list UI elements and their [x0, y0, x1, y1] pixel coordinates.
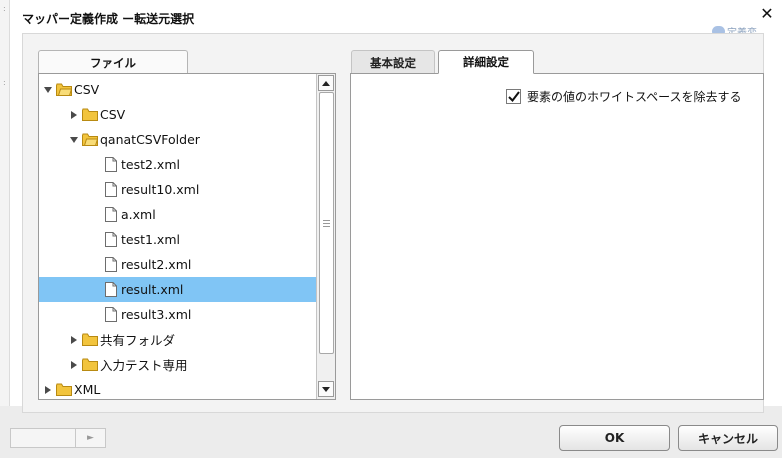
tab-basic-settings[interactable]: 基本設定	[351, 50, 435, 74]
folder-icon	[56, 383, 72, 396]
expand-down-icon[interactable]	[43, 85, 53, 95]
file-icon	[105, 307, 117, 322]
checkmark-icon	[507, 91, 520, 102]
tree-item[interactable]: test2.xml	[39, 152, 317, 177]
tree-item-label: a.xml	[121, 207, 156, 222]
file-icon	[105, 232, 117, 247]
tree-vertical-scrollbar[interactable]	[316, 74, 335, 399]
grip-icon	[323, 219, 330, 227]
ok-button[interactable]: OK	[559, 425, 670, 451]
tree-item[interactable]: CSV	[39, 102, 317, 127]
tree-item-label: CSV	[74, 82, 100, 97]
tree-item[interactable]: qanatCSVFolder	[39, 127, 317, 152]
tab-file-label: ファイル	[90, 55, 136, 70]
tree-item-label: qanatCSVFolder	[100, 132, 200, 147]
expand-right-icon[interactable]	[69, 360, 79, 370]
tree-item-label: result2.xml	[121, 257, 192, 272]
arrow-down-icon	[322, 386, 330, 392]
background-horizontal-scrollbar[interactable]: ►	[10, 428, 106, 448]
tree-item[interactable]: result10.xml	[39, 177, 317, 202]
tree-item-label: 共有フォルダ	[100, 333, 176, 348]
folder-icon	[82, 108, 98, 121]
tab-detail-settings-label: 詳細設定	[463, 55, 509, 69]
tree-item-label: test2.xml	[121, 157, 180, 172]
file-icon	[105, 257, 117, 272]
detail-settings-panel: 要素の値のホワイトスペースを除去する	[350, 73, 764, 400]
folder-open-icon	[82, 133, 99, 146]
tree-item[interactable]: 共有フォルダ	[39, 327, 317, 352]
cancel-button[interactable]: キャンセル	[678, 425, 778, 451]
tree-item[interactable]: CSV	[39, 77, 317, 102]
dialog-title: マッパー定義作成 ー転送元選択	[22, 11, 195, 26]
tree-item-label: result10.xml	[121, 182, 200, 197]
folder-icon	[82, 358, 98, 371]
background-edge-mark: :	[3, 4, 6, 13]
background-edge-mark: :	[3, 78, 6, 87]
close-icon[interactable]: ✕	[757, 4, 777, 24]
whitespace-option-label: 要素の値のホワイトスペースを除去する	[527, 90, 742, 104]
file-icon	[105, 207, 117, 222]
expand-down-icon[interactable]	[69, 135, 79, 145]
expand-right-icon[interactable]	[43, 385, 53, 395]
file-tree: CSV CSV qanatCSVFolder test2.xml result10.xm…	[38, 73, 336, 400]
whitespace-option[interactable]: 要素の値のホワイトスペースを除去する	[506, 88, 742, 105]
tab-file[interactable]: ファイル	[38, 50, 188, 74]
tree-item[interactable]: 入力テスト専用	[39, 352, 317, 377]
expand-right-icon[interactable]	[69, 335, 79, 345]
tree-item[interactable]: test1.xml	[39, 227, 317, 252]
tree-item[interactable]: XML	[39, 377, 317, 399]
tree-item[interactable]: result2.xml	[39, 252, 317, 277]
arrow-up-icon	[322, 80, 330, 86]
tree-item[interactable]: a.xml	[39, 202, 317, 227]
tree-item-label: test1.xml	[121, 232, 180, 247]
folder-icon	[82, 333, 98, 346]
dialog-title-bar: マッパー定義作成 ー転送元選択	[22, 8, 194, 28]
tab-basic-settings-label: 基本設定	[370, 55, 416, 70]
file-icon	[105, 157, 117, 172]
scrollbar-thumb[interactable]	[319, 92, 334, 354]
whitespace-checkbox[interactable]	[506, 89, 521, 104]
tree-item-label: result3.xml	[121, 307, 192, 322]
scroll-right-arrow-icon[interactable]: ►	[75, 429, 105, 447]
folder-open-icon	[56, 83, 73, 96]
tree-item-label: XML	[74, 382, 101, 397]
expand-right-icon[interactable]	[69, 110, 79, 120]
file-icon	[105, 182, 117, 197]
tab-detail-settings[interactable]: 詳細設定	[438, 50, 534, 74]
tree-item-label: CSV	[100, 107, 126, 122]
scroll-down-button[interactable]	[318, 381, 334, 397]
tree-item[interactable]: result.xml	[39, 277, 317, 302]
file-icon	[105, 282, 117, 297]
scroll-up-button[interactable]	[318, 75, 334, 91]
tree-item-label: result.xml	[121, 282, 184, 297]
tree-item[interactable]: result3.xml	[39, 302, 317, 327]
tree-item-label: 入力テスト専用	[100, 358, 188, 373]
background-left-edge: : :	[0, 0, 10, 458]
